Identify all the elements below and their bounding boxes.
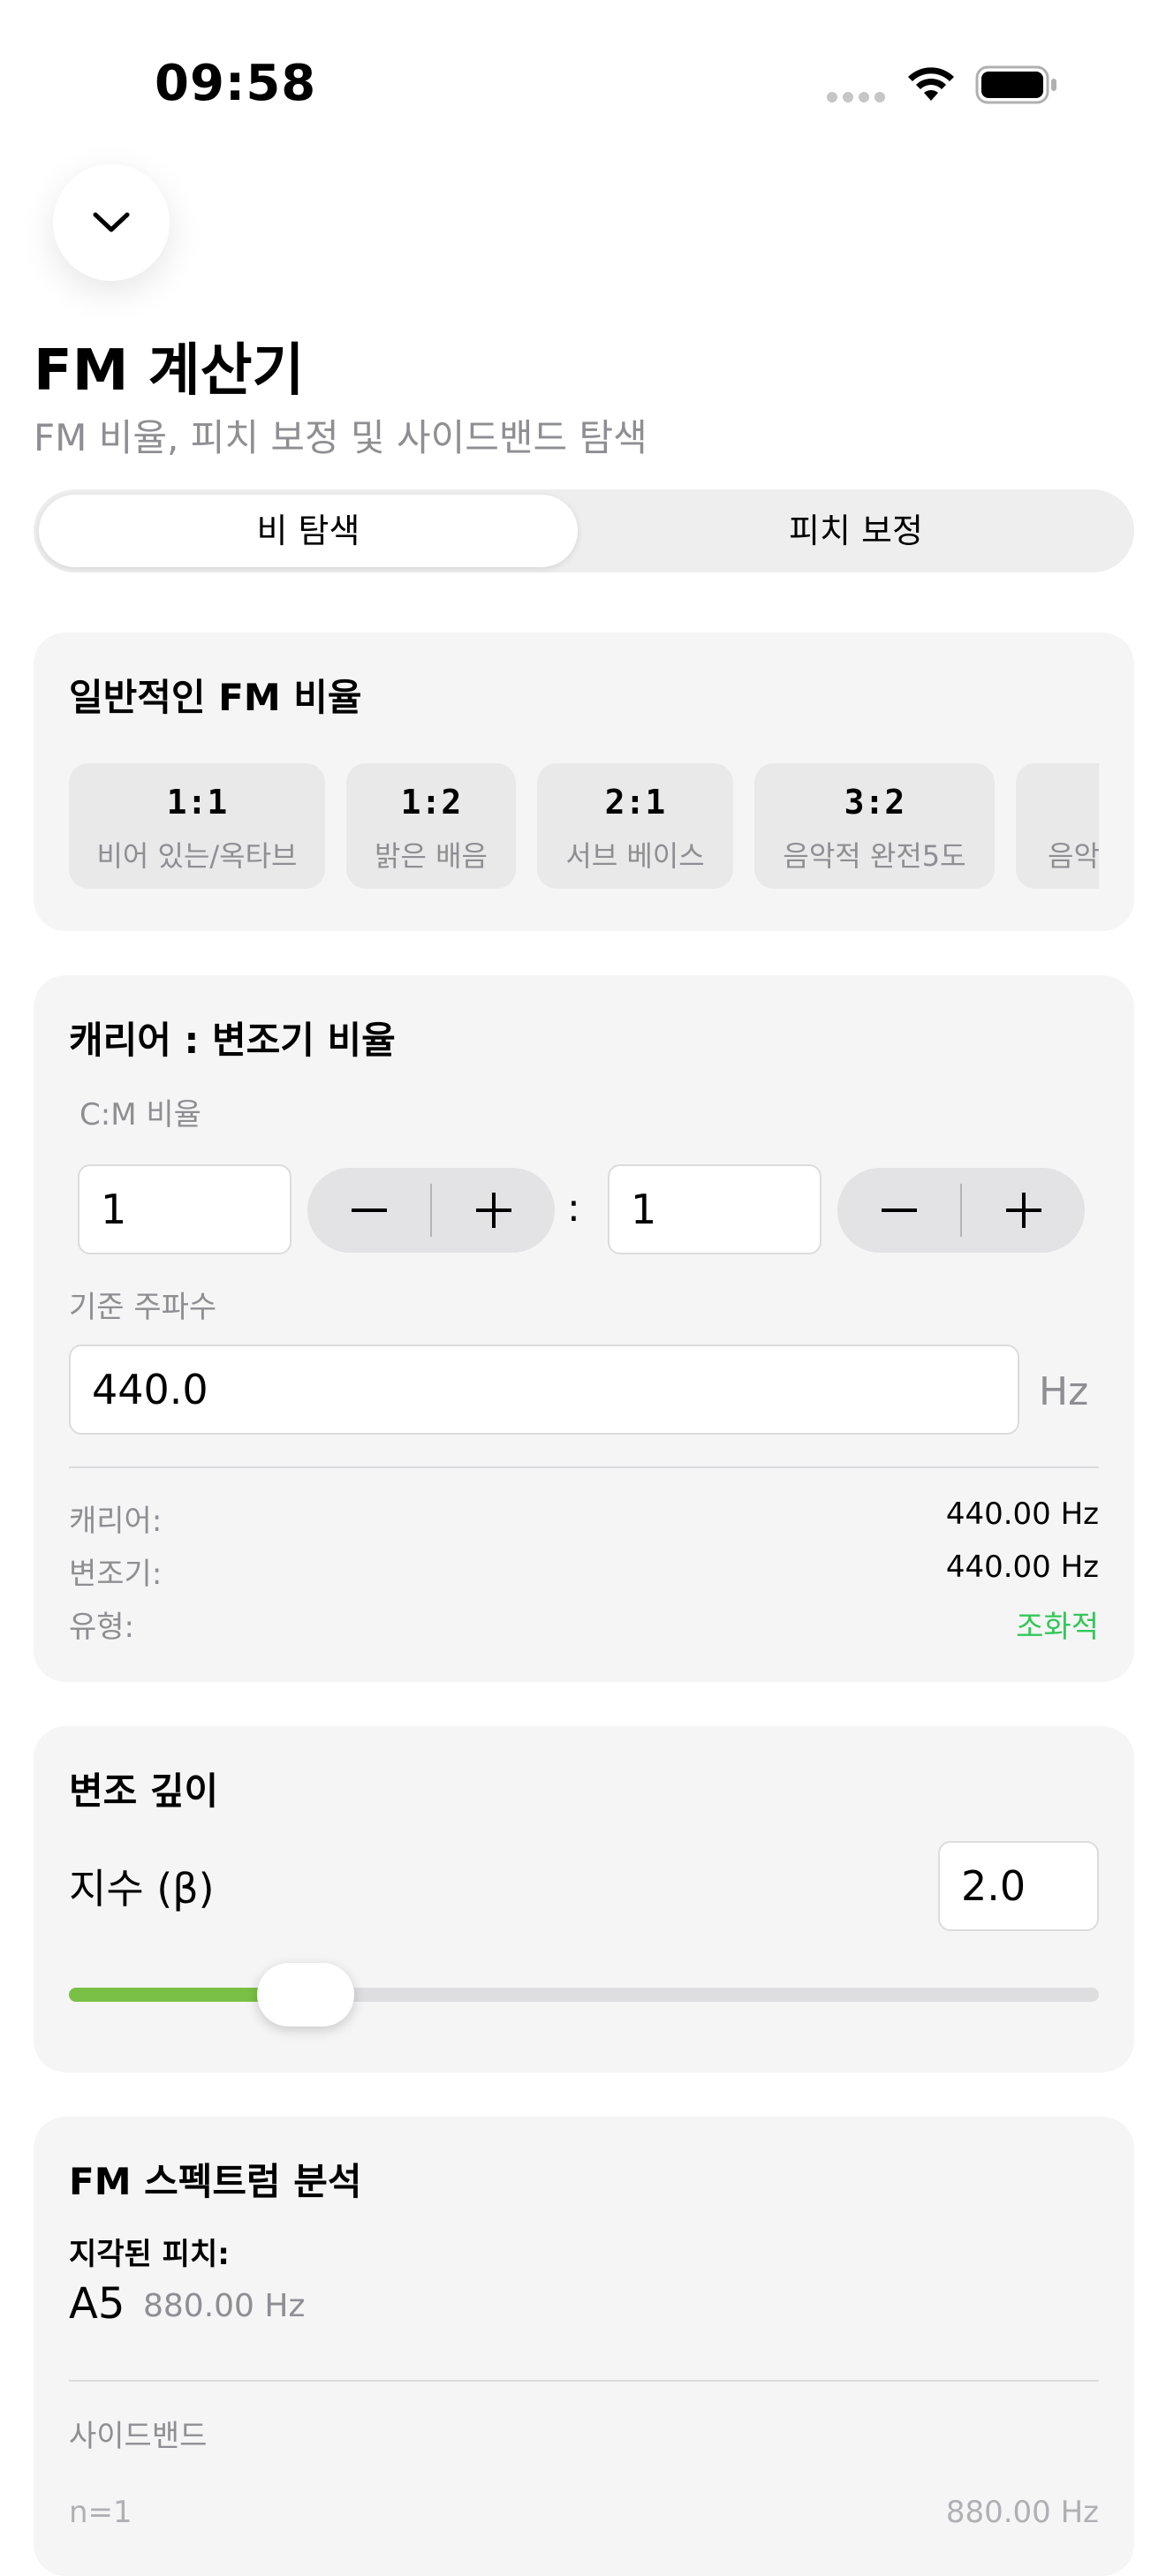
modulation-index-label: 지수 (β) <box>69 1865 215 1913</box>
minus-icon <box>881 1208 917 1212</box>
ratio-chip-2-1[interactable]: 2:1 서브 베이스 <box>537 763 733 889</box>
tab-pitch-correction[interactable]: 피치 보정 <box>583 489 1129 572</box>
battery-icon <box>975 65 1056 104</box>
type-result-value: 조화적 <box>1016 1610 1099 1645</box>
plus-icon <box>475 1193 511 1228</box>
cm-ratio-title: 캐리어 : 변조기 비율 <box>69 1019 396 1062</box>
modulator-decrement-button[interactable] <box>837 1168 960 1253</box>
carrier-ratio-input[interactable]: 1 <box>78 1164 292 1254</box>
modulation-index-input[interactable]: 2.0 <box>938 1841 1099 1931</box>
ratio-chip-desc: 음악적 완전5도 <box>783 839 966 873</box>
modulator-result-key: 변조기: <box>69 1557 163 1592</box>
spectrum-analysis-title: FM 스펙트럼 분석 <box>69 2160 362 2203</box>
divider <box>69 2380 1099 2382</box>
ratio-chip-scroller[interactable]: 1:1 비어 있는/옥타브 1:2 밝은 배음 2:1 서브 베이스 3:2 음… <box>69 633 1099 931</box>
tab-ratio-explore[interactable]: 비 탐색 <box>39 489 578 572</box>
ratio-chip-value: 2:1 <box>604 783 666 822</box>
sideband-order: n=1 <box>69 2495 132 2530</box>
page-title: FM 계산기 <box>34 338 305 404</box>
modulator-result-value: 440.00 Hz <box>945 1549 1099 1585</box>
ratio-chip-value: 1:2 <box>400 783 462 822</box>
type-result-row: 유형: 조화적 <box>69 1602 1099 1647</box>
ratio-chip-desc: 비어 있는/옥타브 <box>96 839 298 873</box>
wifi-icon <box>908 67 954 101</box>
minus-icon <box>351 1208 387 1212</box>
cm-ratio-label: C:M 비율 <box>80 1097 201 1133</box>
sideband-row: n=1 880.00 Hz <box>69 2495 1099 2539</box>
perceived-pitch-note: A5 <box>69 2279 125 2329</box>
modulator-stepper <box>837 1168 1085 1253</box>
modulator-ratio-input[interactable]: 1 <box>608 1164 822 1254</box>
sidebands-label: 사이드밴드 <box>69 2419 208 2454</box>
ratio-chip-desc: 음악 <box>1048 839 1099 873</box>
status-time: 09:58 <box>155 55 317 112</box>
modulation-depth-card: 변조 깊이 지수 (β) 2.0 <box>34 1726 1134 2072</box>
slider-thumb[interactable] <box>257 1963 355 2027</box>
base-frequency-label: 기준 주파수 <box>69 1290 217 1325</box>
ratio-chip-1-1[interactable]: 1:1 비어 있는/옥타브 <box>69 763 325 889</box>
cellular-signal-icon <box>827 92 887 104</box>
ratio-chip-partial[interactable]: 음악 <box>1016 763 1099 889</box>
carrier-stepper <box>307 1168 555 1253</box>
divider <box>69 1466 1099 1468</box>
modulation-index-slider[interactable] <box>69 1963 1099 2027</box>
ratio-chip-value: 1:1 <box>166 783 228 822</box>
ratio-chip-value: 3:2 <box>844 783 905 822</box>
chevron-down-icon <box>93 212 130 232</box>
mode-segmented-control: 비 탐색 피치 보정 <box>34 489 1134 572</box>
modulation-depth-title: 변조 깊이 <box>69 1769 219 1813</box>
carrier-result-key: 캐리어: <box>69 1504 163 1539</box>
modulator-result-row: 변조기: 440.00 Hz <box>69 1549 1099 1594</box>
ratio-chip-desc: 서브 베이스 <box>565 839 705 873</box>
plus-icon <box>1005 1193 1041 1228</box>
perceived-pitch-frequency: 880.00 Hz <box>143 2288 306 2324</box>
carrier-increment-button[interactable] <box>432 1168 555 1253</box>
collapse-button[interactable] <box>53 164 170 281</box>
base-frequency-input[interactable]: 440.0 <box>69 1345 1019 1435</box>
ratio-chip-1-2[interactable]: 1:2 밝은 배음 <box>346 763 516 889</box>
carrier-result-value: 440.00 Hz <box>945 1496 1099 1532</box>
modulator-increment-button[interactable] <box>962 1168 1085 1253</box>
spectrum-analysis-card: FM 스펙트럼 분석 지각된 피치: A5 880.00 Hz 사이드밴드 n=… <box>34 2117 1134 2576</box>
page-subtitle: FM 비율, 피치 보정 및 사이드밴드 탐색 <box>34 416 647 459</box>
ratio-chip-3-2[interactable]: 3:2 음악적 완전5도 <box>754 763 995 889</box>
cm-ratio-card: 캐리어 : 변조기 비율 C:M 비율 1 : 1 기준 주파수 440.0 H… <box>34 975 1134 1682</box>
ratio-chip-desc: 밝은 배음 <box>375 839 488 873</box>
common-ratios-card: 일반적인 FM 비율 1:1 비어 있는/옥타브 1:2 밝은 배음 2:1 서… <box>34 633 1134 931</box>
base-frequency-unit: Hz <box>1039 1369 1089 1414</box>
type-result-key: 유형: <box>69 1610 135 1645</box>
perceived-pitch-label: 지각된 피치: <box>69 2237 230 2272</box>
ratio-separator: : <box>567 1186 580 1231</box>
sideband-frequency: 880.00 Hz <box>945 2495 1099 2530</box>
carrier-decrement-button[interactable] <box>307 1168 430 1253</box>
carrier-result-row: 캐리어: 440.00 Hz <box>69 1496 1099 1541</box>
